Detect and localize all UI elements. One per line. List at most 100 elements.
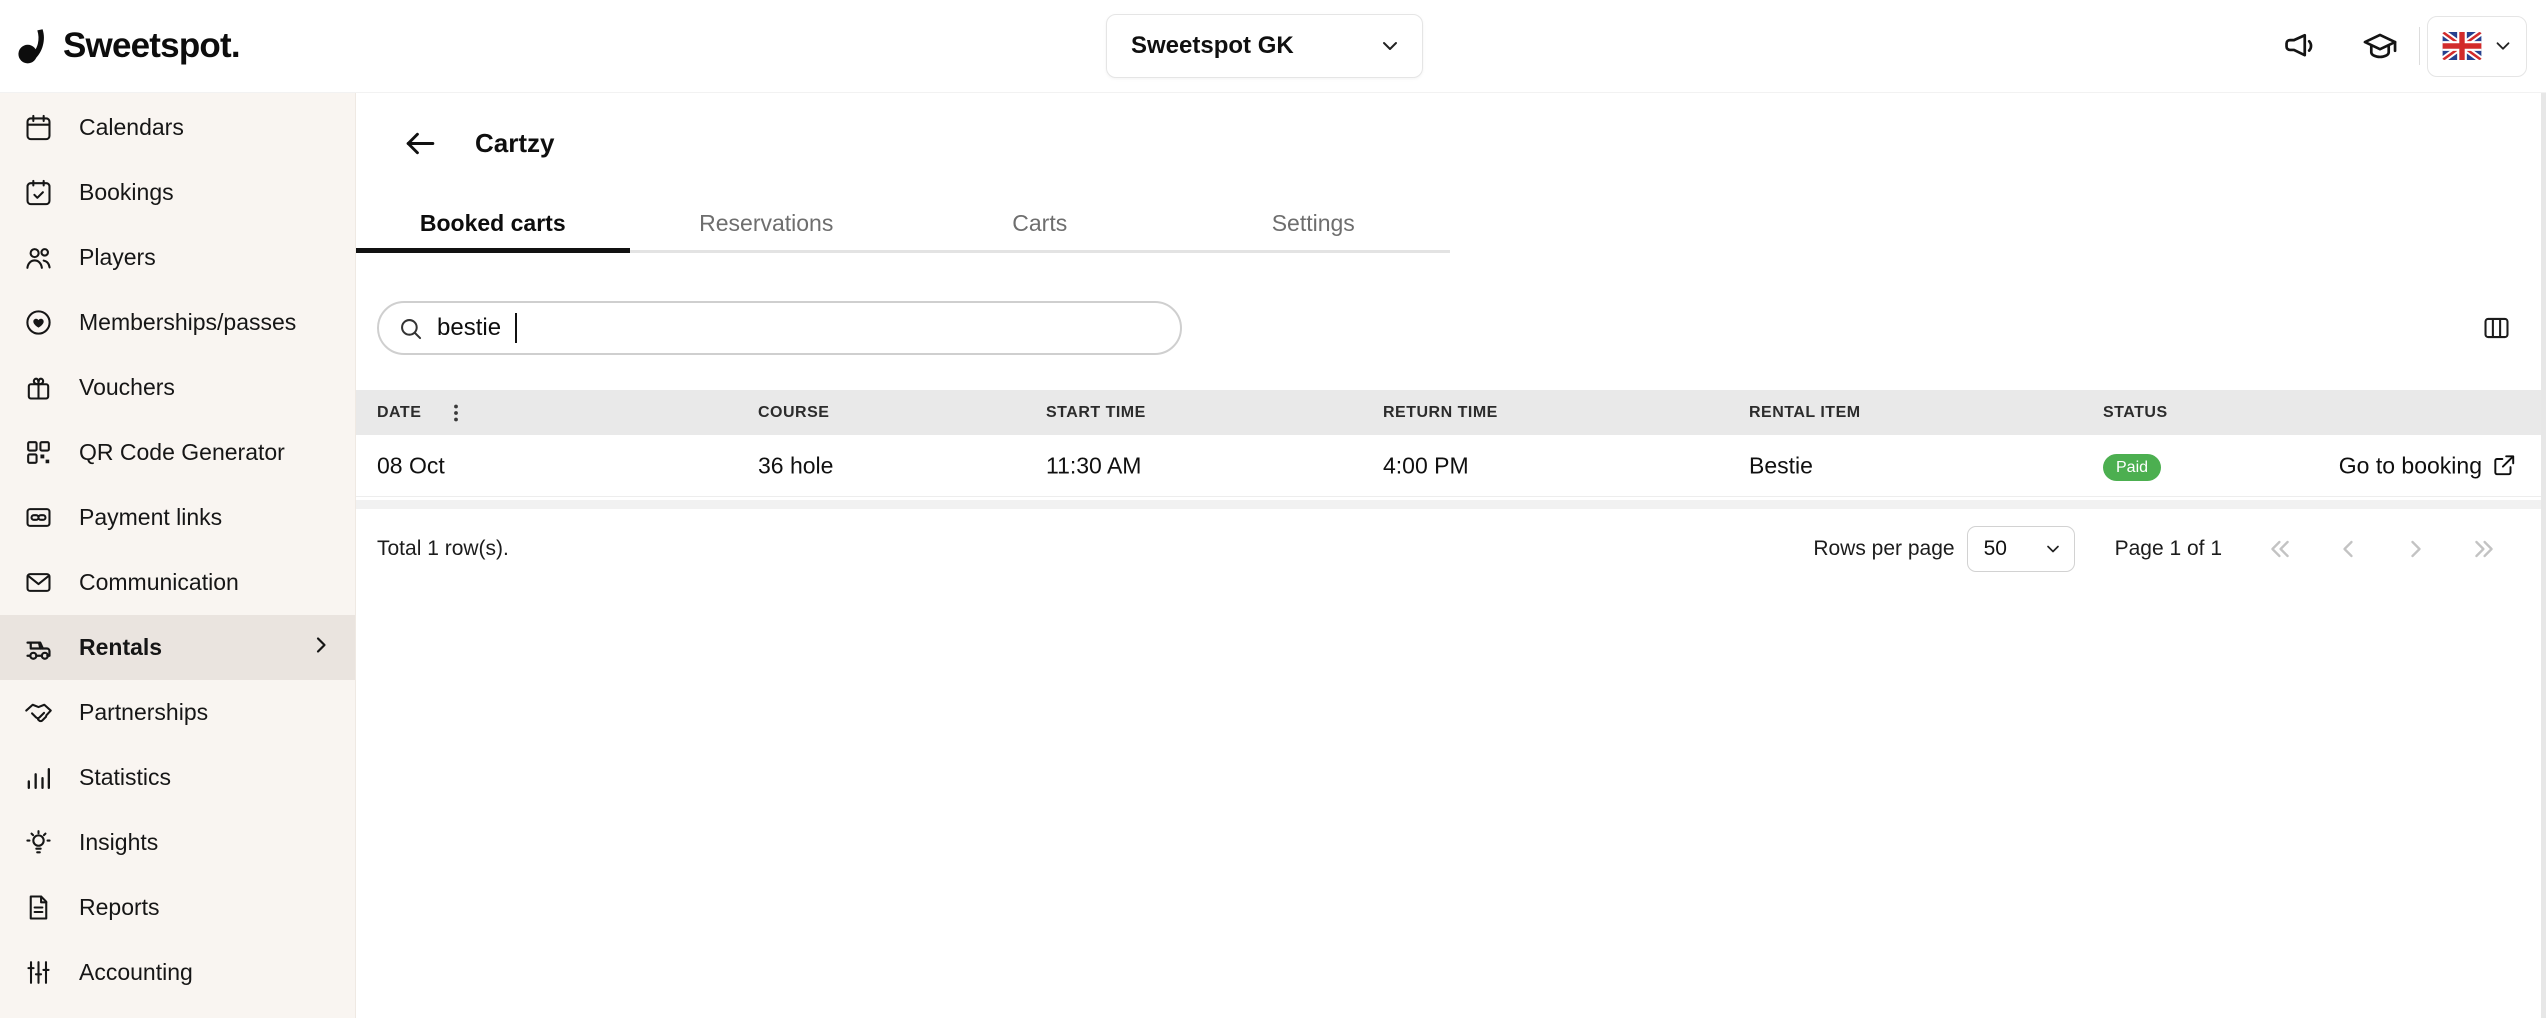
tab-reservations[interactable]: Reservations [630, 193, 904, 253]
sidebar-item-label: Partnerships [79, 699, 208, 726]
bar-chart-icon [23, 762, 54, 793]
text-cursor [515, 313, 517, 343]
sidebar-item-label: Bookings [79, 179, 174, 206]
club-selector-dropdown[interactable]: Sweetspot GK [1106, 14, 1423, 78]
players-icon [23, 242, 54, 273]
sidebar-item-rentals[interactable]: Rentals [0, 615, 355, 680]
table-row: 08 Oct 36 hole 11:30 AM 4:00 PM Bestie P… [356, 435, 2546, 497]
sidebar-item-label: Insights [79, 829, 158, 856]
sidebar-item-label: QR Code Generator [79, 439, 285, 466]
sidebar-item-accounting[interactable]: Accounting [0, 940, 355, 1005]
page-header: Cartzy [356, 93, 2546, 193]
handshake-icon [23, 697, 54, 728]
topbar-actions [2281, 16, 2527, 77]
date-column-menu-button[interactable] [444, 401, 468, 425]
last-page-button[interactable] [2470, 535, 2498, 563]
sidebar-item-statistics[interactable]: Statistics [0, 745, 355, 810]
payment-link-icon [23, 502, 54, 533]
sidebar-item-communication[interactable]: Communication [0, 550, 355, 615]
table-footer: Total 1 row(s). Rows per page 50 Page 1 … [356, 519, 2546, 579]
search-value: bestie [437, 314, 501, 342]
cell-course: 36 hole [758, 452, 833, 479]
megaphone-icon [2281, 27, 2319, 65]
table-toolbar: bestie [356, 301, 2546, 355]
chevron-down-icon [2043, 539, 2063, 559]
sidebar-item-players[interactable]: Players [0, 225, 355, 290]
envelope-icon [23, 567, 54, 598]
topbar-divider [2419, 27, 2420, 65]
cell-status: Paid [2103, 451, 2161, 481]
column-header-rental-item: RENTAL ITEM [1749, 404, 1861, 422]
tab-booked-carts[interactable]: Booked carts [356, 193, 630, 253]
sweetspot-logo: Sweetspot. [13, 25, 240, 67]
sidebar-item-label: Players [79, 244, 156, 271]
sidebar-item-vouchers[interactable]: Vouchers [0, 355, 355, 420]
pager-buttons [2266, 535, 2498, 563]
go-to-booking-label: Go to booking [2339, 452, 2482, 479]
sliders-icon [23, 957, 54, 988]
column-header-return-time: RETURN TIME [1383, 404, 1498, 422]
sidebar-item-calendars[interactable]: Calendars [0, 95, 355, 160]
tab-settings[interactable]: Settings [1177, 193, 1451, 253]
page-indicator: Page 1 of 1 [2115, 537, 2222, 561]
logo-text: Sweetspot. [63, 26, 240, 66]
kebab-menu-icon [444, 401, 468, 425]
calendar-check-icon [23, 177, 54, 208]
page-title: Cartzy [475, 128, 554, 159]
double-chevron-right-icon [2470, 535, 2498, 563]
first-page-button[interactable] [2266, 535, 2294, 563]
sidebar-item-memberships[interactable]: Memberships/passes [0, 290, 355, 355]
previous-page-button[interactable] [2334, 535, 2362, 563]
gift-icon [23, 372, 54, 403]
table-bottom-strip [356, 500, 2546, 509]
status-badge-paid: Paid [2103, 454, 2161, 481]
app-root: Sweetspot. Sweetspot GK [0, 0, 2546, 1018]
announcements-button[interactable] [2281, 27, 2319, 65]
next-page-button[interactable] [2402, 535, 2430, 563]
table-header-row: DATE COURSE START TIME RETURN TIME RENTA… [356, 390, 2546, 435]
back-button[interactable] [402, 125, 439, 162]
academy-button[interactable] [2361, 27, 2399, 65]
search-icon [397, 315, 424, 342]
row-count-text: Total 1 row(s). [377, 537, 509, 561]
calendar-icon [23, 112, 54, 143]
top-bar: Sweetspot. Sweetspot GK [0, 0, 2546, 93]
pagination-controls: Rows per page 50 Page 1 of 1 [1813, 526, 2498, 572]
column-header-status: STATUS [2103, 404, 2168, 422]
lightbulb-icon [23, 827, 54, 858]
sidebar-item-label: Communication [79, 569, 239, 596]
sidebar-item-label: Statistics [79, 764, 171, 791]
column-settings-button[interactable] [2481, 313, 2512, 344]
sidebar-item-label: Accounting [79, 959, 193, 986]
language-selector[interactable] [2427, 16, 2527, 77]
qr-code-icon [23, 437, 54, 468]
main-content: Cartzy Booked carts Reservations Carts S… [356, 93, 2546, 1018]
chevron-right-icon [309, 633, 333, 663]
external-link-icon [2491, 453, 2517, 479]
sidebar-item-label: Reports [79, 894, 160, 921]
sidebar-item-insights[interactable]: Insights [0, 810, 355, 875]
sidebar-item-partnerships[interactable]: Partnerships [0, 680, 355, 745]
sidebar-item-payment-links[interactable]: Payment links [0, 485, 355, 550]
tab-carts[interactable]: Carts [903, 193, 1177, 253]
app-shell: Calendars Bookings Players Member [0, 93, 2546, 1018]
tab-bar: Booked carts Reservations Carts Settings [356, 193, 1450, 253]
rows-per-page-value: 50 [1984, 537, 2007, 561]
sidebar-item-bookings[interactable]: Bookings [0, 160, 355, 225]
chevron-down-icon [2492, 35, 2514, 57]
sidebar-item-label: Vouchers [79, 374, 175, 401]
search-input[interactable]: bestie [377, 301, 1182, 355]
arrow-left-icon [402, 125, 439, 162]
vertical-scrollbar[interactable] [2541, 93, 2546, 1018]
sidebar-item-label: Rentals [79, 634, 162, 661]
rows-per-page-label: Rows per page [1813, 537, 1954, 561]
rows-per-page-select[interactable]: 50 [1967, 526, 2075, 572]
chevron-left-icon [2334, 535, 2362, 563]
go-to-booking-link[interactable]: Go to booking [2339, 452, 2517, 479]
sidebar-item-label: Calendars [79, 114, 184, 141]
sidebar-item-qr-code-generator[interactable]: QR Code Generator [0, 420, 355, 485]
cell-date: 08 Oct [377, 452, 445, 479]
column-header-start-time: START TIME [1046, 404, 1146, 422]
sidebar-item-reports[interactable]: Reports [0, 875, 355, 940]
sidebar: Calendars Bookings Players Member [0, 93, 356, 1018]
